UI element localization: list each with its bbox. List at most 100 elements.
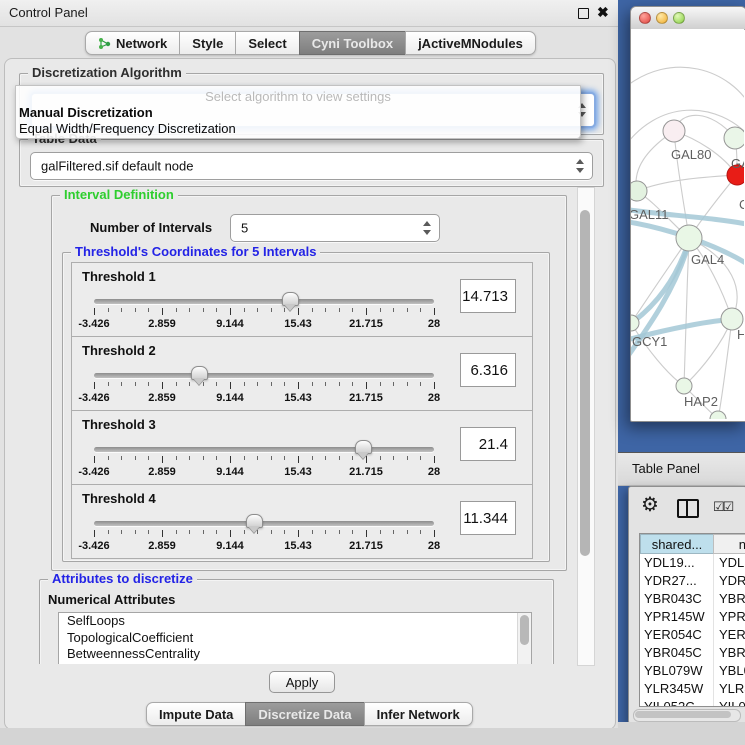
tab-select[interactable]: Select [235,31,299,55]
slider-tick [271,530,272,534]
network-node[interactable] [724,127,744,149]
threshold-slider[interactable]: -3.4262.8599.14415.4321.71528 [94,443,434,481]
close-traffic-light-icon[interactable] [639,12,651,24]
close-icon[interactable]: ✖ [597,4,609,21]
table-cell[interactable]: YBL079W [640,662,714,680]
slider-tick [271,456,272,460]
network-node[interactable] [710,411,726,419]
tab-style[interactable]: Style [179,31,236,55]
threshold-slider[interactable]: -3.4262.8599.14415.4321.71528 [94,295,434,333]
network-node[interactable] [676,378,692,394]
apply-button[interactable]: Apply [269,671,335,693]
column-header-shared-name[interactable]: shared... [640,534,714,554]
threshold-value-field[interactable]: 21.4 [460,427,516,461]
slider-knob[interactable] [191,366,208,380]
slider-track[interactable] [94,373,434,378]
number-of-intervals-combobox[interactable]: 5 [230,214,440,242]
table-row[interactable]: YDR27...YDR27... [640,572,745,590]
settings-scrollbar[interactable] [577,187,595,666]
table-cell[interactable]: YBR043C [640,590,714,608]
app-root: Control Panel ✖ NetworkStyleSelectCyni T… [0,0,745,745]
threshold-slider[interactable]: -3.4262.8599.14415.4321.71528 [94,517,434,555]
slider-tick [393,456,394,460]
network-edge[interactable] [637,175,737,191]
network-node[interactable] [631,181,647,201]
algorithm-option[interactable]: Equal Width/Frequency Discretization [19,121,236,136]
network-canvas[interactable]: GAL80GAGAL11CGAL4GCY1HHAP2 [631,29,744,419]
checkbox-icons[interactable]: ☑☑ [713,499,732,515]
table-cell[interactable]: YLR345W [640,680,714,698]
table-cell[interactable]: YBR045C [640,644,714,662]
tab-cyni-toolbox[interactable]: Cyni Toolbox [299,31,406,55]
tab-discretize-data[interactable]: Discretize Data [245,702,364,726]
table-cell[interactable]: YDR27... [640,572,714,590]
table-data-combobox[interactable]: galFiltered.sif default node [30,152,593,180]
table-cell[interactable]: YBR043C [714,590,745,608]
table-cell[interactable]: YER054C [714,626,745,644]
table-horizontal-scrollbar[interactable] [633,709,741,722]
slider-tick [148,308,149,312]
algorithm-placeholder-item[interactable]: Select algorithm to view settings [16,89,580,104]
tab-network[interactable]: Network [85,31,180,55]
network-node[interactable] [676,225,702,251]
split-view-icon[interactable] [677,499,699,518]
list-scrollbar[interactable] [517,613,531,664]
table-cell[interactable]: YBR045C [714,644,745,662]
table-cell[interactable]: YIL052C [640,698,714,707]
tab-infer-network[interactable]: Infer Network [364,702,473,726]
zoom-traffic-light-icon[interactable] [673,12,685,24]
slider-tick [325,382,326,386]
table-row[interactable]: YLR345WYLR345W [640,680,745,698]
table-row[interactable]: YBR045CYBR045C [640,644,745,662]
threshold-value-field[interactable]: 6.316 [460,353,516,387]
slider-tick [407,530,408,534]
threshold-value-field[interactable]: 11.344 [460,501,516,535]
attribute-list-item[interactable]: SelfLoops [59,613,531,630]
table-cell[interactable]: YDL19... [714,554,745,572]
slider-tick [94,308,95,315]
table-row[interactable]: YPR145WYPR145W [640,608,745,626]
table-horizontal-scrollbar-thumb[interactable] [635,711,731,718]
table-cell[interactable]: YLR345W [714,680,745,698]
slider-knob[interactable] [282,292,299,306]
table-row[interactable]: YIL052CYIL052C [640,698,745,707]
table-cell[interactable]: YER054C [640,626,714,644]
minimize-traffic-light-icon[interactable] [656,12,668,24]
table-row[interactable]: YER054CYER054C [640,626,745,644]
table-cell[interactable]: YDL19... [640,554,714,572]
slider-track[interactable] [94,299,434,304]
network-graph[interactable]: GAL80GAGAL11CGAL4GCY1HHAP2 [631,29,744,419]
table-cell[interactable]: YPR145W [640,608,714,626]
network-edge-thick[interactable] [631,241,689,329]
table-cell[interactable]: YPR145W [714,608,745,626]
gear-icon[interactable]: ⚙ [641,495,659,515]
table-row[interactable]: YBR043CYBR043C [640,590,745,608]
network-edge[interactable] [631,67,744,109]
threshold-slider[interactable]: -3.4262.8599.14415.4321.71528 [94,369,434,407]
network-window-titlebar[interactable] [631,7,745,30]
attribute-list-item[interactable]: TopologicalCoefficient [59,630,531,647]
settings-scrollbar-thumb[interactable] [580,210,590,556]
table-cell[interactable]: YBL079W [714,662,745,680]
tab-jactivemnodules[interactable]: jActiveMNodules [405,31,536,55]
network-edge[interactable] [689,238,737,319]
list-scrollbar-thumb[interactable] [520,615,529,645]
slider-tick [135,382,136,386]
table-row[interactable]: YDL19...YDL19... [640,554,745,572]
algorithm-option[interactable]: Manual Discretization [19,105,153,120]
slider-track[interactable] [94,447,434,452]
slider-track[interactable] [94,521,434,526]
slider-knob[interactable] [246,514,263,528]
threshold-value-field[interactable]: 14.713 [460,279,516,313]
network-node[interactable] [663,120,685,142]
table-cell[interactable]: YIL052C [714,698,745,707]
table-cell[interactable]: YDR27... [714,572,745,590]
tab-impute-data[interactable]: Impute Data [146,702,246,726]
attribute-list-item[interactable]: BetweennessCentrality [59,646,531,663]
slider-knob[interactable] [355,440,372,454]
table-row[interactable]: YBL079WYBL079W [640,662,745,680]
column-header-name[interactable]: name [713,534,745,554]
tab-label: Discretize Data [258,707,351,722]
float-window-icon[interactable] [578,8,589,19]
numerical-attributes-list[interactable]: SelfLoopsTopologicalCoefficientBetweenne… [58,612,532,664]
